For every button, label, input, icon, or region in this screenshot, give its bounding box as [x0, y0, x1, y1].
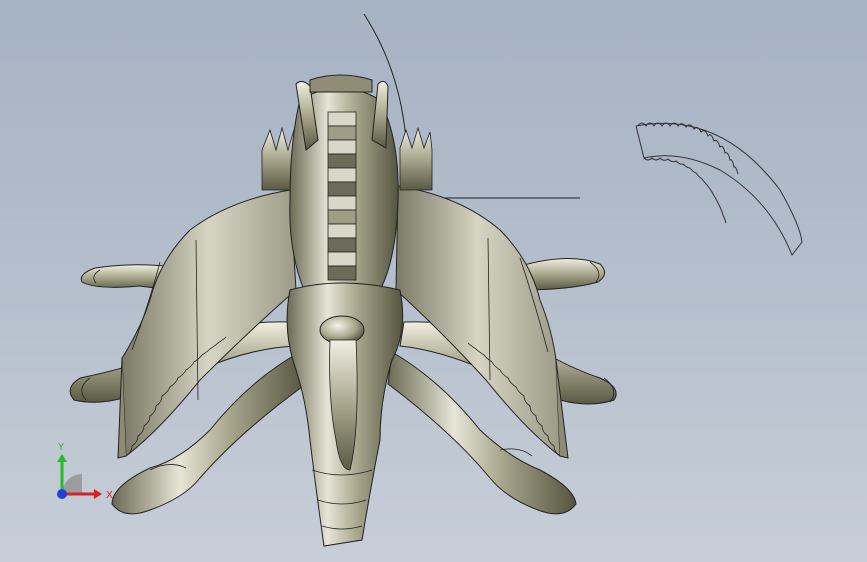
- x-axis-label: X: [106, 490, 113, 501]
- spine-segments: [327, 111, 357, 281]
- reference-triad[interactable]: X Y: [40, 436, 120, 516]
- model-view[interactable]: [0, 0, 867, 562]
- x-axis-arrow: [94, 489, 102, 499]
- graphics-viewport[interactable]: X Y: [0, 0, 867, 562]
- body-abdomen: [286, 282, 404, 547]
- wing-sketch-outline: [635, 122, 803, 256]
- y-axis-label: Y: [57, 442, 65, 453]
- z-axis-dot: [57, 489, 67, 499]
- y-axis-arrow: [57, 454, 67, 462]
